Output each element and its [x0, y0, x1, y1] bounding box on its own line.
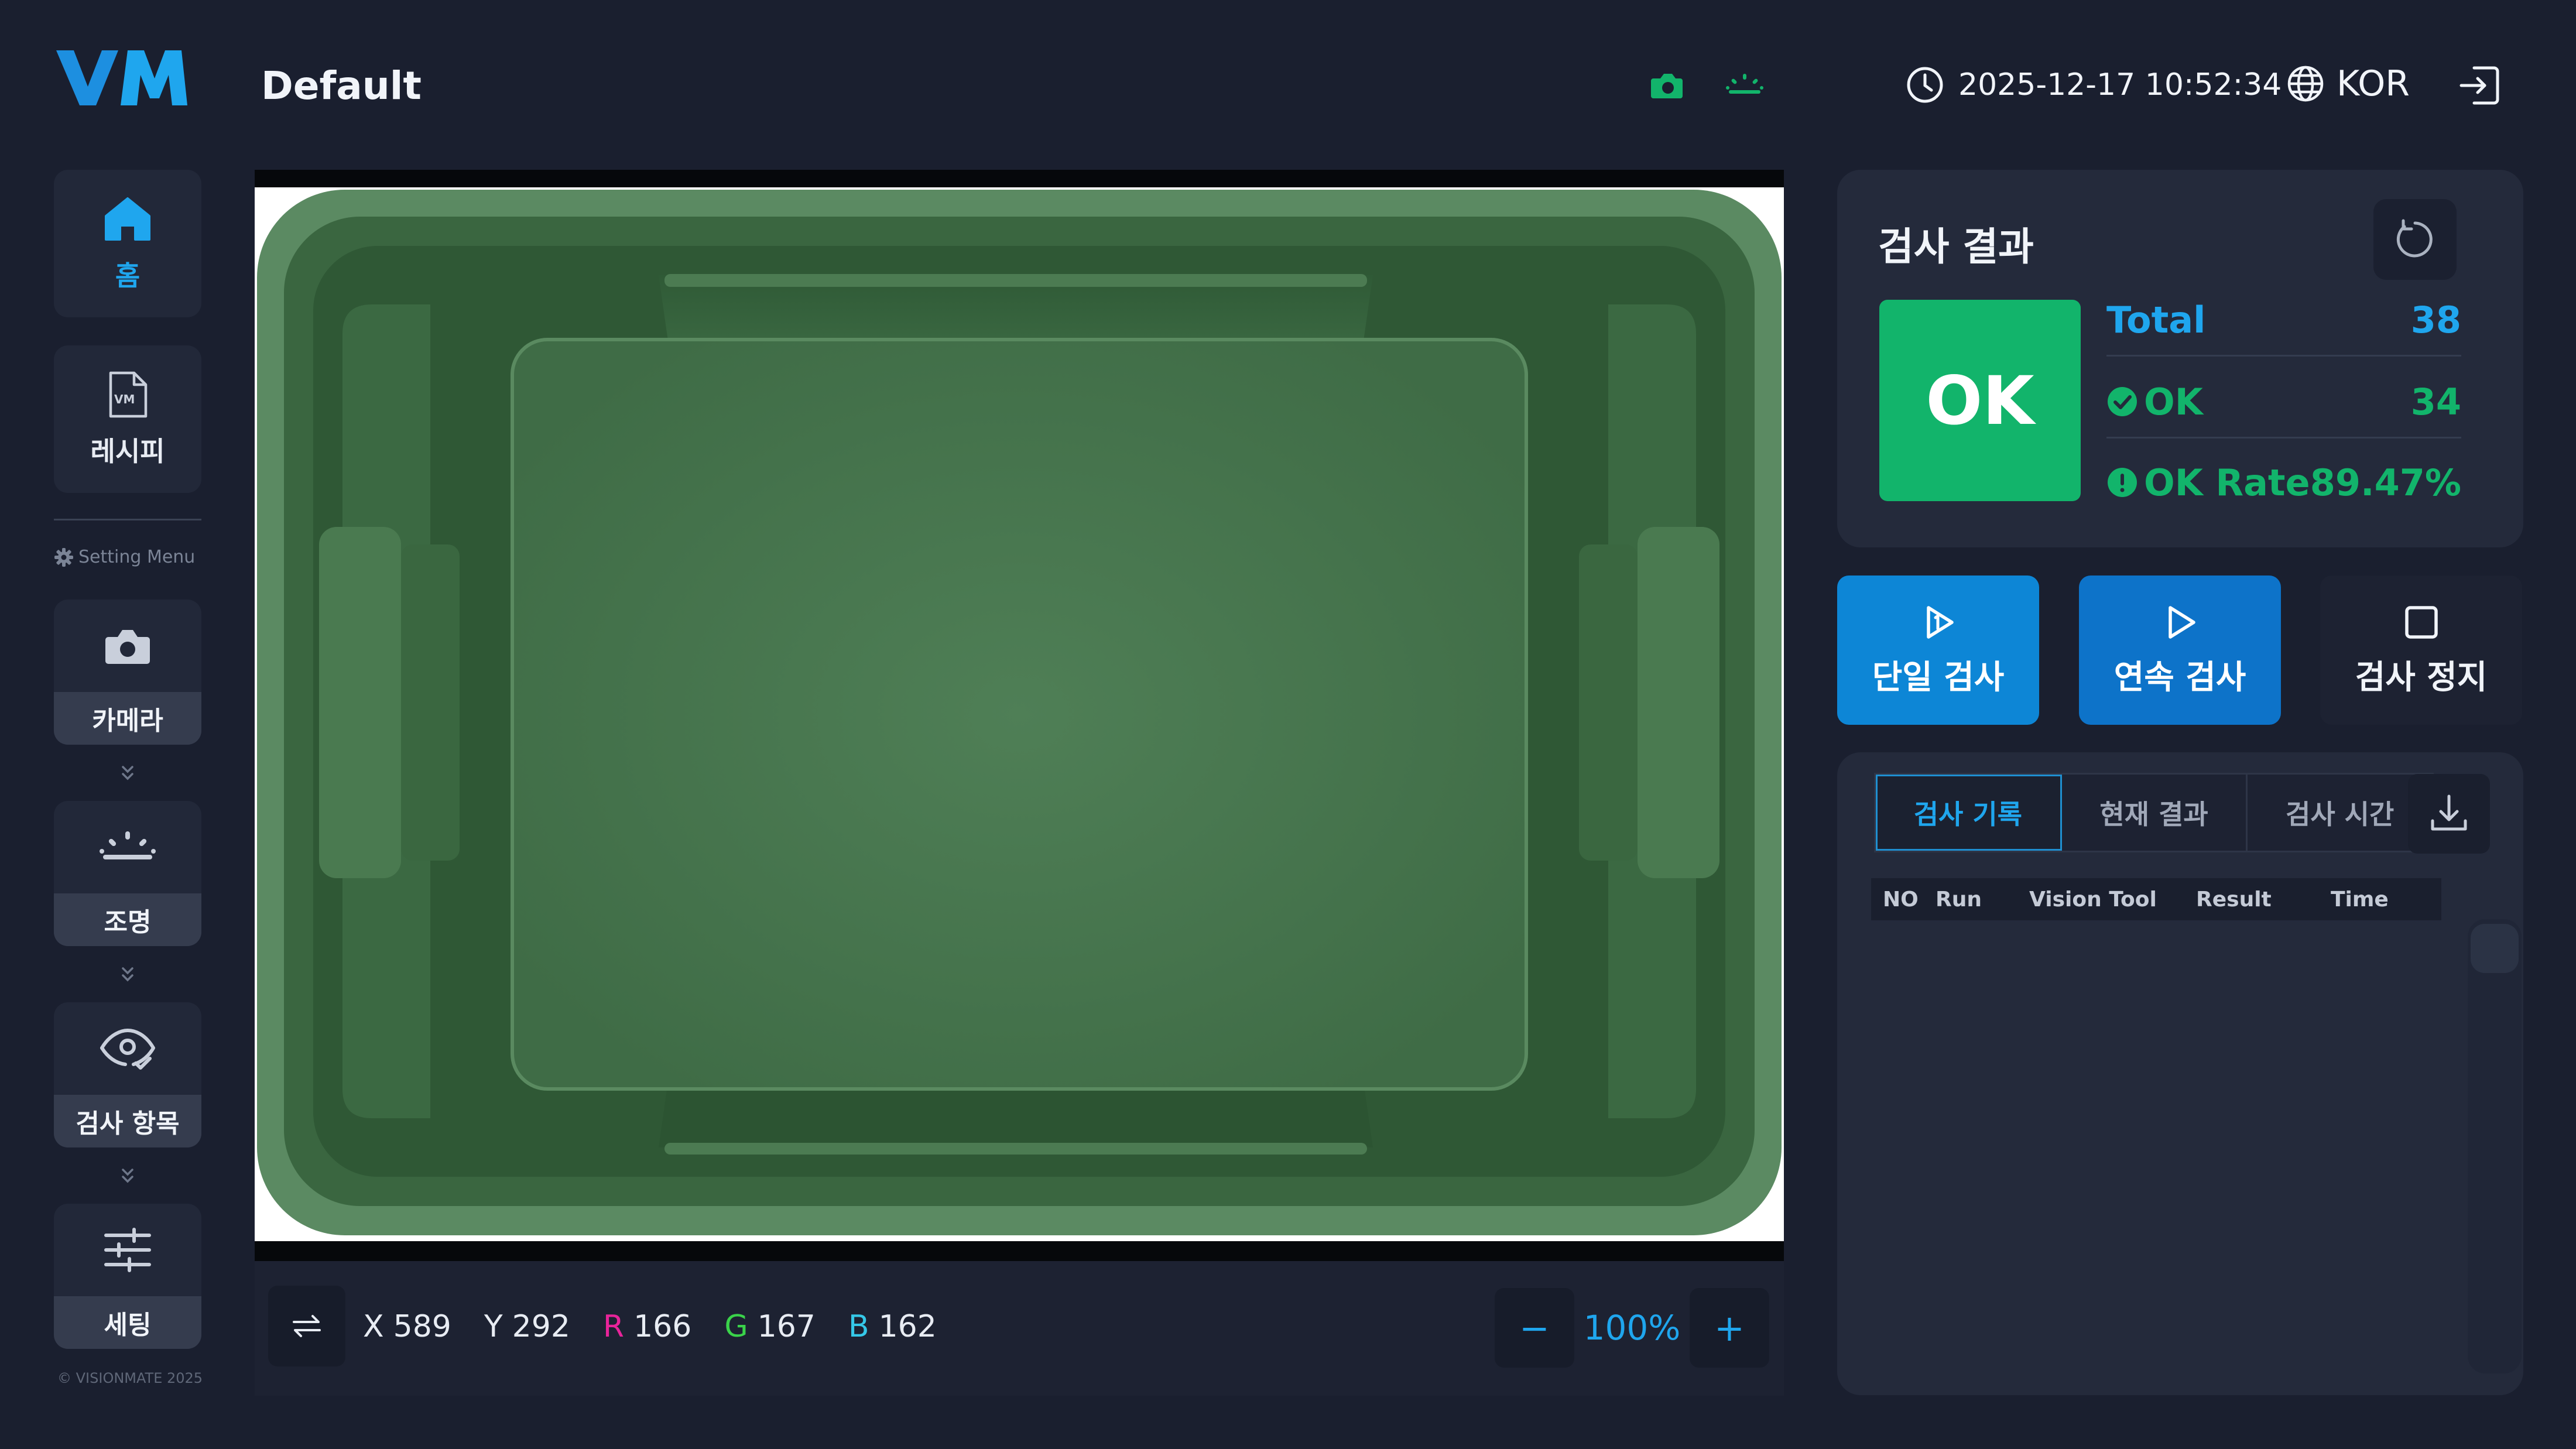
visionmate-logo [54, 46, 189, 110]
sidebar-lighting-button[interactable]: 조명 [54, 801, 201, 946]
ok-label: OK [2144, 380, 2203, 423]
single-inspection-label: 단일 검사 [1872, 659, 2005, 697]
eye-check-icon [98, 1022, 157, 1075]
stop-icon [2401, 602, 2442, 643]
zoom-out-button[interactable]: − [1495, 1288, 1574, 1368]
total-label: Total [2106, 298, 2206, 341]
chevron-down-icon [116, 962, 139, 986]
swap-view-button[interactable] [268, 1286, 345, 1366]
chevron-down-icon [116, 1164, 139, 1187]
col-time: Time [2331, 888, 2389, 912]
sidebar-home-button[interactable]: 홈 [54, 170, 201, 317]
sidebar-divider [54, 519, 201, 520]
language-label: KOR [2337, 63, 2410, 104]
datetime-text: 2025-12-17 10:52:34 [1958, 67, 2282, 102]
total-value: 38 [2410, 298, 2461, 341]
b-value: B 162 [848, 1309, 937, 1344]
pixel-readout: X 589 Y 292 R 166 G 167 B 162 [363, 1309, 937, 1344]
home-icon [102, 194, 153, 244]
recipe-title: Default [261, 63, 422, 108]
logout-icon [2457, 62, 2503, 109]
zoom-in-button[interactable]: + [1690, 1288, 1769, 1368]
history-table-header: NO Run Vision Tool Result Time [1871, 878, 2441, 920]
continuous-inspection-label: 연속 검사 [2113, 659, 2246, 697]
chevron-down-icon [116, 761, 139, 785]
clock-icon [1906, 66, 1944, 104]
r-value: R 166 [602, 1309, 692, 1344]
camera-icon [101, 619, 154, 672]
sidebar-settings-label: 세팅 [54, 1296, 201, 1349]
stop-inspection-button[interactable]: 검사 정지 [2320, 576, 2522, 725]
ok-value: 34 [2410, 380, 2461, 423]
setting-menu-heading: Setting Menu [54, 547, 195, 567]
history-scroll-thumb[interactable] [2471, 924, 2519, 973]
g-value: G 167 [724, 1309, 816, 1344]
globe-icon [2286, 64, 2325, 103]
zoom-level: 100% [1583, 1308, 1681, 1348]
sliders-icon [101, 1224, 154, 1276]
download-icon [2426, 790, 2472, 837]
camera-status-icon [1646, 64, 1687, 105]
refresh-icon [2392, 216, 2438, 263]
continuous-inspection-button[interactable]: 연속 검사 [2079, 576, 2281, 725]
result-status-badge: OK [1879, 300, 2081, 501]
copyright-text: © VISIONMATE 2025 [57, 1370, 203, 1386]
ok-row: OK 34 [2106, 366, 2461, 439]
history-tabs: 검사 기록 현재 결과 검사 시간 [1874, 773, 2434, 852]
check-circle-icon [2106, 386, 2138, 417]
history-scrollbar[interactable] [2468, 919, 2522, 1373]
sidebar-recipe-label: 레시피 [90, 436, 165, 467]
play-once-icon [1918, 602, 1959, 643]
single-inspection-button[interactable]: 단일 검사 [1837, 576, 2039, 725]
sidebar-inspection-items-button[interactable]: 검사 항목 [54, 1002, 201, 1147]
col-run: Run [1936, 888, 1982, 912]
inspection-image[interactable] [255, 187, 1784, 1241]
sidebar-camera-label: 카메라 [54, 692, 201, 745]
download-button[interactable] [2408, 774, 2490, 854]
col-vision-tool: Vision Tool [2029, 888, 2157, 912]
sidebar-recipe-button[interactable]: VM 레시피 [54, 345, 201, 493]
col-no: NO [1883, 888, 1919, 912]
sidebar-settings-button[interactable]: 세팅 [54, 1204, 201, 1349]
gear-icon [54, 547, 74, 567]
sidebar-inspection-items-label: 검사 항목 [54, 1095, 201, 1147]
ok-rate-label: OK Rate [2144, 461, 2310, 504]
alert-circle-icon [2106, 467, 2138, 498]
tab-current-result[interactable]: 현재 결과 [2062, 775, 2248, 851]
tab-inspection-log[interactable]: 검사 기록 [1876, 775, 2062, 851]
play-icon [2160, 602, 2201, 643]
x-coord: X 589 [363, 1309, 451, 1344]
logout-button[interactable] [2457, 62, 2503, 109]
ok-rate-row: OK Rate 89.47% [2106, 447, 2461, 518]
result-title: 검사 결과 [1878, 224, 2034, 269]
reset-counter-button[interactable] [2373, 199, 2457, 280]
datetime-display: 2025-12-17 10:52:34 [1906, 66, 2282, 104]
y-coord: Y 292 [484, 1309, 570, 1344]
lighting-icon [98, 821, 157, 873]
tab-inspection-time[interactable]: 검사 시간 [2248, 775, 2432, 851]
swap-arrows-icon [289, 1311, 324, 1341]
sidebar-camera-button[interactable]: 카메라 [54, 600, 201, 745]
sidebar-lighting-label: 조명 [54, 893, 201, 946]
svg-text:VM: VM [114, 392, 135, 406]
lighting-status-icon [1724, 64, 1765, 105]
ok-rate-value: 89.47% [2310, 461, 2461, 504]
total-row: Total 38 [2106, 285, 2461, 357]
stop-inspection-label: 검사 정지 [2355, 659, 2488, 697]
setting-menu-label: Setting Menu [78, 547, 196, 567]
language-selector[interactable]: KOR [2286, 63, 2410, 104]
recipe-file-icon: VM [102, 369, 153, 420]
col-result: Result [2196, 888, 2272, 912]
sidebar-home-label: 홈 [115, 260, 141, 292]
